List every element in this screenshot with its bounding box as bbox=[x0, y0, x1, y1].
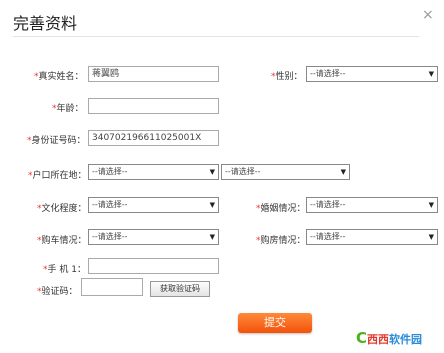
code-label: *验证码： bbox=[37, 287, 78, 297]
dropdown-arrow-icon: ▼ bbox=[209, 233, 215, 241]
hukou-label: *户口所在地： bbox=[28, 171, 87, 181]
dialog-title: 完善资料 bbox=[13, 14, 78, 33]
house-select[interactable]: --请选择-- ▼ bbox=[306, 229, 438, 245]
car-select[interactable]: --请选择-- ▼ bbox=[88, 229, 219, 245]
dropdown-arrow-icon: ▼ bbox=[209, 201, 215, 209]
dropdown-arrow-icon: ▼ bbox=[428, 233, 434, 241]
car-label: *购车情况： bbox=[37, 236, 87, 246]
dropdown-arrow-icon: ▼ bbox=[209, 168, 215, 176]
phone-label: *手 机 1： bbox=[43, 265, 86, 275]
close-icon[interactable]: × bbox=[422, 7, 434, 23]
house-label: *购房情况： bbox=[256, 236, 306, 246]
code-input[interactable] bbox=[81, 278, 143, 296]
marriage-select[interactable]: --请选择-- ▼ bbox=[306, 197, 438, 213]
site-logo: C西西软件园 bbox=[356, 329, 423, 347]
title-divider bbox=[13, 36, 419, 37]
hukou-province-select[interactable]: --请选择-- ▼ bbox=[88, 164, 219, 180]
name-label: *真实姓名： bbox=[34, 72, 84, 82]
dropdown-arrow-icon: ▼ bbox=[428, 201, 434, 209]
get-code-button[interactable]: 获取验证码 bbox=[150, 281, 210, 297]
submit-button[interactable]: 提交 bbox=[238, 313, 312, 333]
dropdown-arrow-icon: ▼ bbox=[428, 70, 434, 78]
age-label: *年龄： bbox=[52, 104, 84, 114]
education-label: *文化程度： bbox=[37, 204, 87, 214]
gender-select[interactable]: --请选择-- ▼ bbox=[306, 66, 438, 82]
marriage-label: *婚姻情况： bbox=[256, 204, 306, 214]
id-input[interactable]: 340702196611025001X bbox=[88, 130, 219, 146]
dropdown-arrow-icon: ▼ bbox=[340, 168, 346, 176]
age-input[interactable] bbox=[88, 98, 219, 114]
name-input[interactable]: 蒋翼鸥 bbox=[88, 66, 219, 82]
education-select[interactable]: --请选择-- ▼ bbox=[88, 197, 219, 213]
hukou-city-select[interactable]: --请选择-- ▼ bbox=[221, 164, 350, 180]
gender-label: *性别： bbox=[271, 72, 303, 82]
phone-input[interactable] bbox=[88, 258, 219, 274]
id-label: *身份证号码： bbox=[27, 136, 86, 146]
